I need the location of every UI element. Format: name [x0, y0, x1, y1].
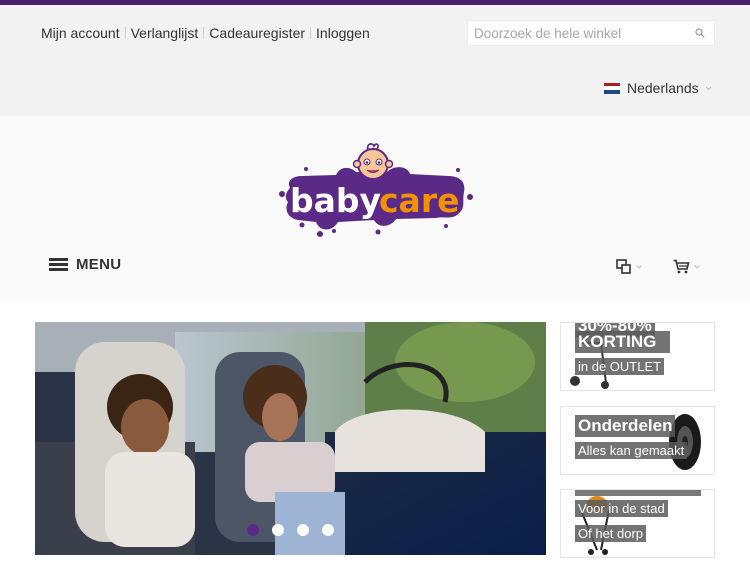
menu-button[interactable]: MENU [49, 256, 121, 273]
promo-parts[interactable]: Onderdelen Alles kan gemaakt [560, 406, 715, 475]
cart-button[interactable] [673, 259, 700, 274]
cart-icon [673, 259, 690, 274]
account-links: Mijn account Verlanglijst Cadeauregister… [41, 25, 370, 41]
slider-dot-2[interactable] [272, 524, 284, 536]
hero-slider[interactable] [35, 322, 546, 555]
netherlands-flag-icon [604, 82, 620, 94]
search-input[interactable] [468, 21, 688, 45]
search-icon[interactable] [695, 28, 705, 38]
chevron-down-icon [694, 264, 700, 269]
compare-button[interactable] [616, 259, 642, 274]
logo-text-baby: baby [290, 181, 381, 220]
link-login[interactable]: Inloggen [316, 25, 370, 41]
header-top: Mijn account Verlanglijst Cadeauregister… [0, 5, 750, 116]
promo-outlet[interactable]: 30%-80% KORTING in de OUTLET [560, 322, 715, 391]
link-gift-registry[interactable]: Cadeauregister [209, 25, 305, 41]
promo-outlet-subtitle: in de OUTLET [575, 358, 665, 375]
search-box [467, 20, 715, 46]
chevron-down-icon [705, 86, 711, 90]
link-wishlist[interactable]: Verlanglijst [131, 25, 199, 41]
header-main: baby care MENU [0, 116, 750, 303]
chevron-down-icon [636, 264, 642, 269]
link-my-account[interactable]: Mijn account [41, 25, 120, 41]
slider-dots [247, 524, 334, 536]
promo-parts-heading: Onderdelen [575, 415, 676, 437]
divider [310, 27, 312, 39]
logo-text-care: care [379, 181, 460, 220]
babycare-logo[interactable]: baby care [276, 142, 474, 240]
compare-icon [616, 259, 631, 274]
promo-city-subtitle: Of het dorp [575, 525, 647, 542]
language-label: Nederlands [627, 80, 699, 96]
promo-outlet-heading: KORTING [575, 331, 671, 353]
hamburger-icon [49, 258, 68, 271]
language-switcher[interactable]: Nederlands [604, 80, 712, 96]
promo-parts-subtitle: Alles kan gemaakt [575, 442, 688, 459]
hero-car-seat-photo [35, 322, 546, 555]
divider [203, 27, 205, 39]
menu-label: MENU [76, 256, 122, 273]
promo-city[interactable]: Voor in de stad Of het dorp [560, 489, 715, 558]
slider-dot-1[interactable] [247, 524, 259, 536]
promo-city-heading: Voor in de stad [575, 500, 668, 517]
divider [124, 27, 126, 39]
slider-dot-4[interactable] [322, 524, 334, 536]
slider-dot-3[interactable] [297, 524, 309, 536]
